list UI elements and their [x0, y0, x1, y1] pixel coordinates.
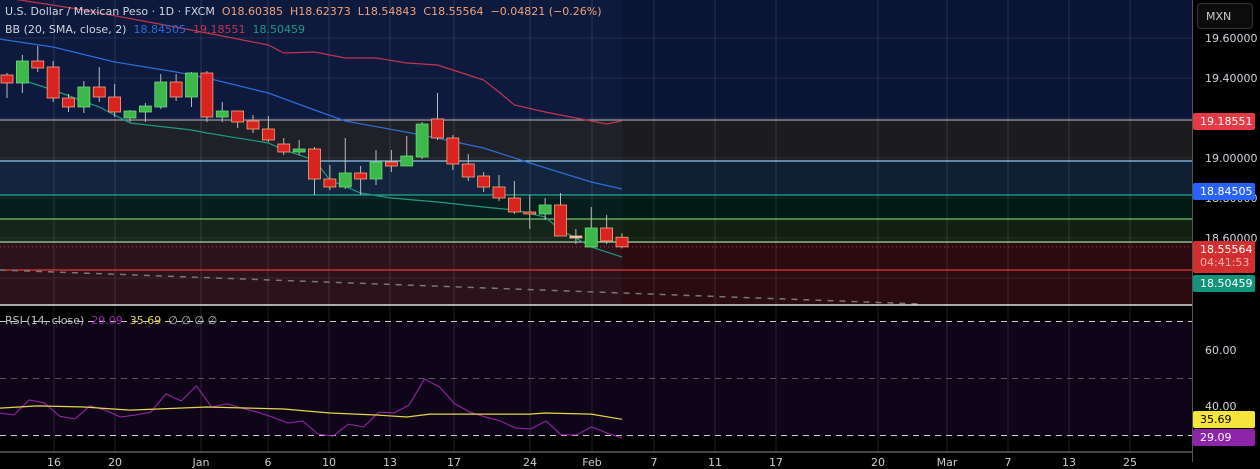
- low-value: L18.54843: [357, 5, 417, 18]
- candle-body: [354, 172, 368, 180]
- time-label: 7: [650, 456, 658, 469]
- time-label: 10: [322, 456, 336, 469]
- candle-body: [246, 120, 260, 130]
- candle-body: [338, 172, 352, 188]
- rsi-extra: ∅: [194, 314, 205, 327]
- candle-body: [292, 148, 306, 153]
- close-value: C18.55564: [423, 5, 484, 18]
- time-label: 11: [708, 456, 722, 469]
- candle-body: [400, 155, 414, 167]
- candle-body: [584, 227, 598, 248]
- candle-body: [323, 178, 337, 188]
- candle-body: [446, 137, 460, 165]
- candle-body: [200, 72, 214, 118]
- candle-body: [77, 86, 91, 108]
- bb-legend[interactable]: BB (20, SMA, close, 2) 18.84505 19.18551…: [5, 23, 305, 36]
- rsi-tick: 60.00: [1205, 344, 1237, 357]
- time-label: 25: [1123, 456, 1137, 469]
- time-label: 13: [1062, 456, 1076, 469]
- candle-body: [615, 236, 629, 248]
- time-label: Jan: [192, 456, 210, 469]
- candle-body: [231, 110, 245, 123]
- candle-body: [92, 86, 106, 98]
- bb-label: BB (20, SMA, close, 2): [5, 23, 127, 36]
- candle-body: [415, 123, 429, 158]
- rsi-ma-value: 35.69: [129, 314, 162, 327]
- bb-lower-tag: 18.50459: [1193, 275, 1255, 292]
- time-label: 20: [108, 456, 122, 469]
- time-label: 13: [383, 456, 397, 469]
- candle-body: [108, 96, 122, 113]
- bar-countdown: 04:41:53: [1200, 256, 1250, 269]
- candle-body: [215, 110, 229, 118]
- candle-body: [369, 161, 383, 180]
- bb-lower-value: 18.50459: [252, 23, 305, 36]
- candle-body: [169, 81, 183, 98]
- price-tick: 19.00000: [1205, 152, 1258, 165]
- candle-body: [62, 97, 75, 108]
- rsi-label: RSI (14, close): [5, 314, 85, 327]
- time-label: 7: [1004, 456, 1012, 469]
- rsi-extra: ∅: [207, 314, 218, 327]
- candle-body: [554, 204, 567, 237]
- rsi-extra: ∅: [181, 314, 191, 327]
- candle-body: [46, 66, 60, 99]
- bb-upper-tag: 19.18551: [1193, 113, 1255, 130]
- time-label: 6: [264, 456, 272, 469]
- candle-body: [261, 128, 275, 141]
- candle-body: [538, 204, 552, 215]
- candle-body: [431, 118, 444, 139]
- time-label: Mar: [936, 456, 958, 469]
- currency-button[interactable]: MXN: [1197, 3, 1253, 29]
- rsi-extra: ∅: [168, 314, 178, 327]
- time-label: Feb: [582, 456, 602, 469]
- change-value: −0.04821 (−0.26%): [490, 5, 602, 18]
- candle-body: [31, 60, 45, 69]
- high-value: H18.62373: [290, 5, 351, 18]
- price-tick: 19.40000: [1205, 72, 1258, 85]
- rsi-value: 29.09: [91, 314, 123, 327]
- price-chart[interactable]: [0, 0, 1192, 462]
- last-price: 18.55564: [1200, 243, 1253, 256]
- candle-body: [461, 163, 475, 178]
- time-label: 17: [769, 456, 783, 469]
- candle-body: [277, 143, 291, 153]
- price-axis[interactable]: MXN 19.60000 19.40000 19.00000 18.80000 …: [1192, 0, 1260, 462]
- candle-body: [0, 74, 14, 84]
- rsi-tag: 29.09: [1193, 429, 1255, 446]
- bb-basis-value: 18.84505: [133, 23, 186, 36]
- candle-body: [477, 175, 491, 188]
- open-value: O18.60385: [221, 5, 283, 18]
- candle-body: [15, 60, 29, 84]
- candle-body: [308, 148, 321, 180]
- candle-body: [492, 186, 506, 199]
- candle-body: [123, 110, 137, 119]
- candle-body: [600, 227, 614, 242]
- time-label: 24: [523, 456, 537, 469]
- candle-body: [154, 81, 168, 108]
- candle-body: [507, 197, 521, 213]
- bb-basis-tag: 18.84505: [1193, 183, 1255, 200]
- symbol-title: U.S. Dollar / Mexican Peso · 1D · FXCM: [5, 5, 215, 18]
- rsi-legend[interactable]: RSI (14, close) 29.09 35.69 ∅ ∅ ∅ ∅: [5, 314, 217, 327]
- candle-body: [569, 235, 583, 239]
- time-label: 20: [871, 456, 885, 469]
- candle-body: [185, 72, 198, 98]
- candle-body: [138, 105, 152, 113]
- candle-body: [523, 211, 537, 215]
- price-tick: 19.60000: [1205, 32, 1258, 45]
- symbol-legend: U.S. Dollar / Mexican Peso · 1D · FXCM O…: [5, 5, 602, 18]
- candle-body: [384, 161, 398, 167]
- rsi-ma-tag: 35.69: [1193, 411, 1255, 428]
- time-label: 16: [47, 456, 61, 469]
- last-price-tag: 18.55564 04:41:53: [1193, 241, 1255, 273]
- bb-upper-value: 19.18551: [192, 23, 246, 36]
- time-label: 17: [447, 456, 461, 469]
